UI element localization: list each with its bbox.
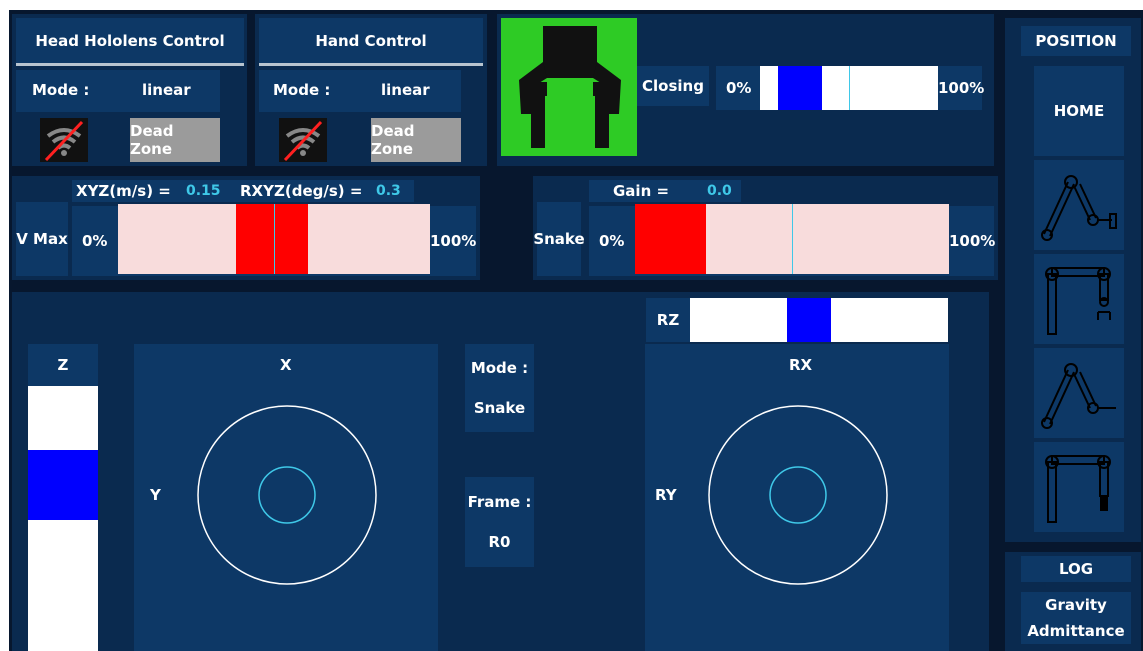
snake-slider-center-line [792, 204, 793, 274]
snake-panel: Snake Gain = 0.0 0% 100% [533, 176, 998, 280]
hand-control-panel: Hand Control Mode : linear Dead Zone [255, 14, 487, 166]
z-slider-fill [28, 449, 98, 520]
vmax-slider-center-line [274, 204, 275, 274]
wifi-off-icon [279, 118, 327, 162]
snake-max-label: 100% [949, 232, 996, 250]
xy-joystick-ring [197, 405, 377, 585]
head-dead-zone-button[interactable]: Dead Zone [130, 118, 220, 162]
gripper-state-label: Closing [637, 66, 709, 106]
pose-button-3[interactable] [1034, 348, 1124, 438]
position-panel: POSITION HOME [1005, 18, 1141, 542]
vmax-slider-fill [235, 204, 308, 274]
gripper-min-label: 0% [726, 79, 752, 97]
gripper-panel: Closing 0% 100% [497, 14, 994, 166]
head-mode-value: linear [142, 81, 191, 99]
x-axis-label: X [280, 356, 292, 374]
rxry-joystick[interactable]: RX RY [645, 344, 949, 651]
joystick-frame-button[interactable]: Frame : R0 [465, 477, 534, 567]
joystick-mode-value: Snake [473, 399, 526, 417]
snake-slider-fill [635, 204, 706, 274]
robot-arm-pose-1-icon [1041, 175, 1117, 241]
rxyz-value: 0.3 [376, 183, 401, 199]
joystick-frame-value: R0 [488, 533, 511, 551]
head-mode-label: Mode : [32, 81, 90, 99]
rz-slider-fill [787, 298, 831, 342]
snake-gain-slider[interactable] [635, 204, 949, 274]
gravity-button[interactable]: Gravity [1021, 592, 1131, 618]
rx-axis-label: RX [789, 356, 813, 374]
vmax-header: XYZ(m/s) = 0.15 RXYZ(deg/s) = 0.3 [72, 180, 414, 202]
vmax-min-label: 0% [82, 232, 108, 250]
joystick-frame-label: Frame : [467, 493, 532, 511]
y-axis-label: Y [150, 486, 161, 504]
gain-label: Gain = [613, 182, 670, 200]
z-label: Z [28, 344, 98, 386]
xyz-value: 0.15 [186, 183, 221, 199]
gripper-max-label: 100% [938, 79, 985, 97]
pose-button-1[interactable] [1034, 160, 1124, 250]
head-control-panel: Head Hololens Control Mode : linear Dead… [12, 14, 247, 166]
head-control-title[interactable]: Head Hololens Control [16, 18, 244, 66]
rz-label: RZ [646, 298, 690, 342]
home-button[interactable]: HOME [1034, 66, 1124, 156]
robot-arm-pose-4-icon [1045, 455, 1111, 523]
hand-dead-zone-button[interactable]: Dead Zone [371, 118, 461, 162]
rxyz-label: RXYZ(deg/s) = [240, 182, 363, 200]
position-label: POSITION [1021, 26, 1131, 56]
snake-min-label: 0% [599, 232, 625, 250]
xyz-label: XYZ(m/s) = [76, 182, 171, 200]
rz-slider[interactable] [690, 298, 948, 342]
hand-control-title[interactable]: Hand Control [259, 18, 483, 66]
joystick-mode-label: Mode : [470, 359, 529, 377]
z-slider[interactable] [28, 386, 98, 651]
head-mode-field[interactable]: Mode : linear [16, 70, 220, 112]
xy-joystick[interactable]: X Y [134, 344, 438, 651]
rxry-joystick-knob [769, 466, 827, 524]
hand-mode-value: linear [381, 81, 430, 99]
joystick-mode-button[interactable]: Mode : Snake [465, 344, 534, 432]
admittance-button[interactable]: Admittance [1021, 618, 1131, 644]
rxry-joystick-ring [708, 405, 888, 585]
log-panel: LOG Gravity Admittance [1005, 552, 1141, 651]
gripper-slider-center-line [849, 66, 850, 110]
hand-mode-label: Mode : [273, 81, 331, 99]
vmax-panel: V Max XYZ(m/s) = 0.15 RXYZ(deg/s) = 0.3 … [12, 176, 480, 280]
pose-button-4[interactable] [1034, 442, 1124, 532]
snake-label: Snake [533, 202, 585, 276]
vmax-slider[interactable] [118, 204, 430, 274]
wifi-off-icon [40, 118, 88, 162]
gripper-icon [501, 18, 637, 156]
pose-button-2[interactable] [1034, 254, 1124, 344]
vmax-max-label: 100% [430, 232, 477, 250]
hand-mode-field[interactable]: Mode : linear [259, 70, 461, 112]
vmax-label: V Max [16, 202, 68, 276]
ry-axis-label: RY [655, 486, 677, 504]
snake-header: Gain = 0.0 [589, 180, 741, 202]
robot-arm-pose-2-icon [1045, 267, 1111, 335]
gripper-slider[interactable] [760, 66, 938, 110]
log-label: LOG [1021, 556, 1131, 582]
gripper-slider-fill [777, 66, 823, 110]
gain-value: 0.0 [707, 183, 732, 199]
robot-arm-pose-3-icon [1041, 363, 1116, 429]
xy-joystick-knob [258, 466, 316, 524]
